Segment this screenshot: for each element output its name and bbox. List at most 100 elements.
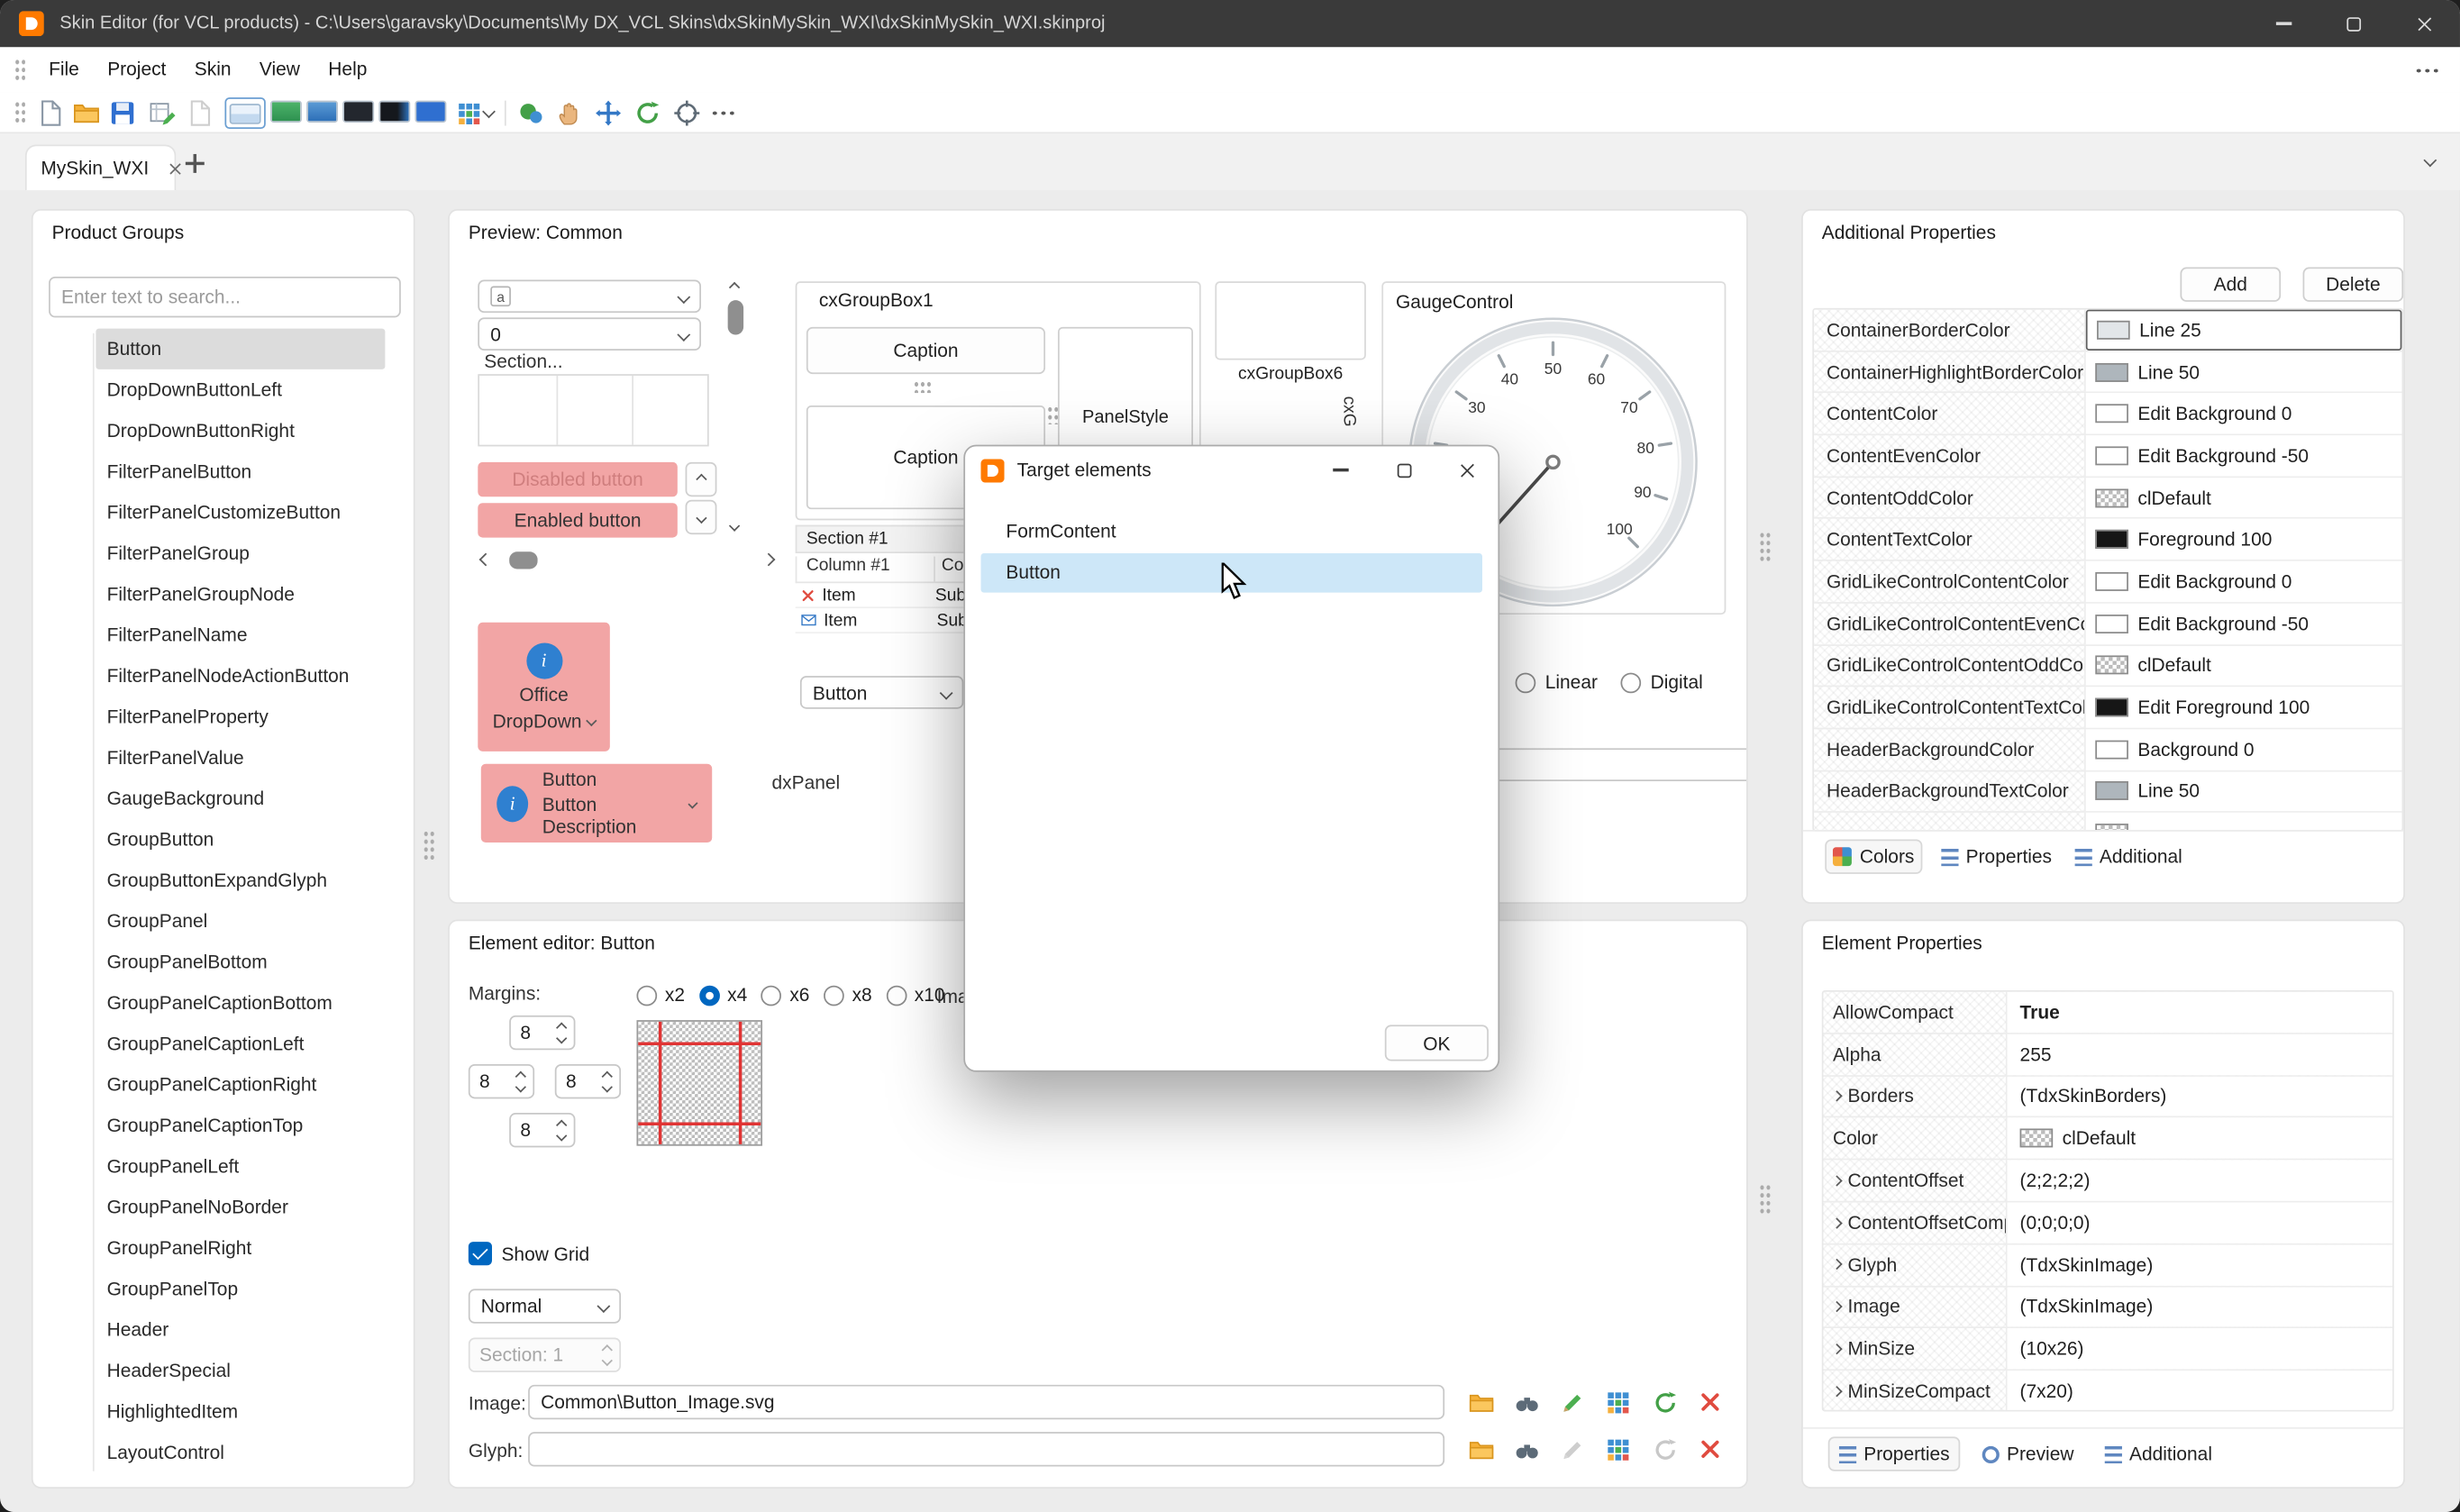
property-row[interactable]: ContainerBorderColor Line 25 (1814, 310, 2401, 352)
product-group-item[interactable]: GroupButtonExpandGlyph (96, 860, 385, 900)
product-group-item[interactable]: GroupPanelBottom (96, 942, 385, 982)
search-input[interactable] (49, 277, 401, 317)
scrollbar-thumb[interactable] (728, 300, 743, 334)
splitter-grip[interactable] (423, 830, 435, 861)
expand-icon[interactable] (1831, 1091, 1841, 1101)
product-group-item[interactable]: GroupPanelTop (96, 1269, 385, 1309)
product-group-item[interactable]: GroupPanelCaptionLeft (96, 1024, 385, 1064)
splitter-grip[interactable] (1759, 532, 1772, 563)
property-row[interactable]: ContainerHighlightBorderColor Line 50 (1814, 351, 2401, 394)
menu-item[interactable]: Skin (180, 47, 245, 93)
pan-button[interactable] (553, 97, 585, 129)
image-combobox[interactable]: a (478, 280, 701, 314)
property-value-cell[interactable]: Line 50 (2086, 351, 2402, 392)
property-row[interactable]: GridLikeControlContentTextColor Edit For… (1814, 688, 2401, 730)
menu-item[interactable]: Help (314, 47, 381, 93)
close-button[interactable] (2389, 0, 2459, 47)
zoom-radio[interactable]: x4 (699, 984, 748, 1006)
product-group-item[interactable]: FilterPanelName (96, 615, 385, 655)
expand-icon[interactable] (1831, 1344, 1841, 1354)
property-row[interactable]: ContentEvenColor Edit Background -50 (1814, 435, 2401, 478)
skin-swatch-dark[interactable] (342, 101, 374, 123)
save-button[interactable] (107, 97, 139, 129)
palette-grid-button[interactable] (452, 97, 484, 129)
zoom-radio[interactable]: x6 (761, 984, 810, 1006)
property-value-cell[interactable]: Edit Background -50 (2086, 604, 2402, 644)
property-row[interactable]: HeaderBackgroundColor Background 0 (1814, 729, 2401, 771)
product-group-item[interactable]: GroupPanelRight (96, 1227, 385, 1268)
down-icon[interactable] (601, 1081, 611, 1091)
property-row[interactable]: Image (TdxSkinImage) (1824, 1287, 2392, 1329)
down-icon[interactable] (515, 1081, 524, 1091)
hscroll-thumb[interactable] (509, 551, 537, 569)
zoom-radio[interactable]: x8 (824, 984, 872, 1006)
scroll-up-icon[interactable] (730, 283, 740, 293)
expand-icon[interactable] (1831, 1260, 1841, 1270)
property-row[interactable]: HeaderBackgroundTextColor Line 50 (1814, 771, 2401, 814)
bottom-tab[interactable]: Preview (1973, 1436, 2082, 1471)
skin-swatch-green[interactable] (270, 101, 302, 123)
property-row[interactable]: GridLikeControlContentColor Edit Backgro… (1814, 561, 2401, 604)
skin-swatch-blue[interactable] (306, 101, 338, 123)
margin-top-spinner[interactable]: 8 (509, 1016, 575, 1050)
menu-overflow-icon[interactable] (2414, 67, 2437, 73)
button-combobox[interactable]: Button (800, 676, 963, 709)
product-group-item[interactable]: FilterPanelGroup (96, 533, 385, 573)
property-value-cell[interactable]: 255 (2008, 1034, 2392, 1074)
down-icon[interactable] (556, 1033, 566, 1043)
property-value-cell[interactable]: Edit Background 0 (2086, 561, 2402, 602)
disabled-button-sample[interactable]: Disabled button (478, 462, 678, 496)
enabled-button-sample[interactable]: Enabled button (478, 503, 678, 537)
spin-down-button[interactable] (686, 500, 717, 534)
drag-grip[interactable] (1047, 405, 1058, 424)
delete-button[interactable]: Delete (2303, 268, 2404, 302)
image-edit-button[interactable] (1556, 1387, 1588, 1418)
refresh-button[interactable] (632, 97, 663, 129)
image-open-button[interactable] (1465, 1387, 1497, 1418)
edit-table-button[interactable] (146, 97, 178, 129)
target-button[interactable] (671, 97, 703, 129)
property-value-cell[interactable]: True (2008, 992, 2392, 1033)
section-spinner[interactable]: Section: 1 (469, 1337, 621, 1371)
image-refresh-button[interactable] (1649, 1387, 1681, 1418)
glyph-path-input[interactable] (528, 1432, 1444, 1466)
margin-right-spinner[interactable]: 8 (555, 1064, 621, 1098)
groupbox6-box[interactable] (1215, 281, 1365, 360)
menu-item[interactable]: File (34, 47, 93, 93)
column-header[interactable]: Column #1 (797, 557, 935, 582)
product-group-item[interactable]: GroupButton (96, 819, 385, 860)
expand-icon[interactable] (1831, 1386, 1841, 1396)
property-value-cell[interactable]: clDefault (2086, 478, 2402, 518)
scroll-left-icon[interactable] (479, 553, 493, 567)
product-group-item[interactable]: Header (96, 1309, 385, 1350)
property-value-cell[interactable]: Line 25 (2086, 310, 2402, 351)
office-dropdown-sample[interactable]: i Office DropDown (478, 623, 610, 751)
product-group-item[interactable]: FilterPanelCustomizeButton (96, 492, 385, 533)
open-button[interactable] (70, 97, 102, 129)
menu-item[interactable]: View (245, 47, 314, 93)
drag-grip[interactable] (913, 380, 932, 393)
property-row[interactable]: Borders (TdxSkinBorders) (1824, 1076, 2392, 1118)
digital-radio[interactable]: Digital (1620, 671, 1702, 693)
up-icon[interactable] (601, 1071, 611, 1081)
index-combobox[interactable]: 0 (478, 317, 701, 351)
property-row[interactable]: MinSize (10x26) (1824, 1329, 2392, 1371)
menu-item[interactable]: Project (94, 47, 181, 93)
dialog-maximize-button[interactable] (1372, 446, 1435, 493)
maximize-button[interactable] (2319, 0, 2389, 47)
property-value-cell[interactable]: Line 50 (2086, 771, 2402, 812)
image-palette-button[interactable] (1602, 1387, 1634, 1418)
add-tab-button[interactable] (186, 154, 205, 173)
skin-swatch-selected[interactable] (224, 97, 265, 129)
property-value-cell[interactable]: Background 0 (2086, 729, 2402, 770)
product-group-item[interactable]: GroupPanelLeft (96, 1146, 385, 1187)
product-group-item[interactable]: FilterPanelGroupNode (96, 574, 385, 615)
down-icon[interactable] (556, 1130, 566, 1140)
property-value-cell[interactable]: (0;0;0;0) (2008, 1202, 2392, 1243)
property-row[interactable] (1814, 813, 2401, 831)
glyph-find-button[interactable] (1510, 1434, 1542, 1465)
property-value-cell[interactable]: Edit Foreground 100 (2086, 688, 2402, 728)
property-value-cell[interactable]: (TdxSkinImage) (2008, 1287, 2392, 1327)
glyph-open-button[interactable] (1465, 1434, 1497, 1465)
property-row[interactable]: ContentTextColor Foreground 100 (1814, 519, 2401, 561)
